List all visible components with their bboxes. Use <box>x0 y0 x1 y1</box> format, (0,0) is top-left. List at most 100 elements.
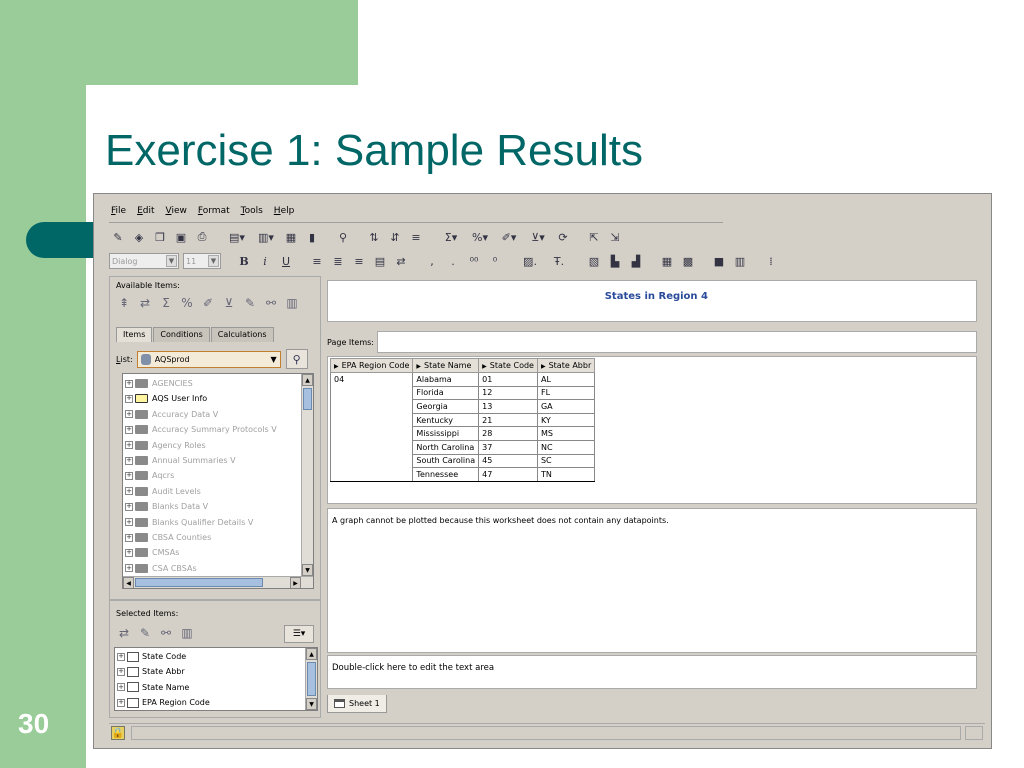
align-right-icon[interactable]: ≡ <box>350 252 368 270</box>
italic-button[interactable]: i <box>256 252 274 270</box>
percent-icon[interactable]: % <box>179 295 195 311</box>
delete-icon[interactable]: ▥ <box>179 625 195 641</box>
sort-descending-icon[interactable]: ⇵ <box>386 228 404 246</box>
table-cell[interactable]: TN <box>536 467 596 482</box>
font-size-select[interactable]: 11 ▼ <box>183 253 221 269</box>
expand-icon[interactable]: + <box>125 425 133 434</box>
folder-item[interactable]: + Blanks Qualifier Details V <box>125 515 253 530</box>
sum-icon[interactable]: Σ <box>158 295 174 311</box>
folder-item[interactable]: + CBSA Counties <box>125 530 211 545</box>
folder-item[interactable]: + Accuracy Data V <box>125 407 218 422</box>
column-header[interactable]: ▶ EPA Region Code <box>329 358 414 373</box>
table-cell[interactable] <box>329 426 414 441</box>
format-data-icon[interactable]: ▤ <box>371 252 389 270</box>
selected-item[interactable]: + State Abbr <box>117 664 185 679</box>
folder-item[interactable]: + AQS User Info <box>125 391 207 406</box>
list-dropdown[interactable]: AQSprod ▼ <box>136 350 281 368</box>
expand-icon[interactable]: + <box>117 698 125 707</box>
menu-help[interactable]: Help <box>274 206 295 222</box>
format-text-icon[interactable]: Ŧ. <box>546 252 572 270</box>
table-cell[interactable] <box>329 467 414 482</box>
align-left-icon[interactable]: ≡ <box>308 252 326 270</box>
table-cell[interactable]: Mississippi <box>412 426 480 441</box>
calculation-icon[interactable]: ✐▾ <box>496 228 522 246</box>
export-icon[interactable]: ⇱ <box>585 228 603 246</box>
wrap-text-icon[interactable]: ⇄ <box>392 252 410 270</box>
expand-icon[interactable]: + <box>125 518 133 527</box>
table-cell[interactable] <box>329 454 414 468</box>
bar-format-icon[interactable]: ▟ <box>627 252 645 270</box>
expand-icon[interactable]: + <box>125 533 133 542</box>
scroll-left-icon[interactable]: ◀ <box>123 577 134 588</box>
table-cell[interactable]: 45 <box>478 453 538 469</box>
print-icon[interactable]: ⎙ <box>193 228 211 246</box>
table-cell[interactable]: 21 <box>478 412 538 428</box>
find-items-button[interactable]: ⚲ <box>285 349 308 369</box>
align-center-icon[interactable]: ≣ <box>329 252 347 270</box>
selected-options-button[interactable]: ☰▾ <box>284 625 314 643</box>
table-row[interactable]: Kentucky 21 KY <box>329 412 596 428</box>
save-icon[interactable]: ▣ <box>172 228 190 246</box>
sort-table-icon[interactable]: ≡ <box>407 228 425 246</box>
folder-item[interactable]: + CSA CBSAs <box>125 561 197 576</box>
tab-conditions[interactable]: Conditions <box>153 327 210 342</box>
selected-item[interactable]: + State Name <box>117 680 189 695</box>
column-header[interactable]: ▶ State Code <box>478 358 538 373</box>
folder-item[interactable]: + Annual Summaries V <box>125 453 236 468</box>
scroll-up-icon[interactable]: ▲ <box>306 648 317 660</box>
expand-icon[interactable]: + <box>125 394 133 403</box>
table-row[interactable]: Tennessee 47 TN <box>329 467 596 482</box>
table-row[interactable]: 04 Alabama 01 AL <box>329 372 596 387</box>
crosstab-icon[interactable]: ▥ <box>731 252 749 270</box>
table-row[interactable]: North Carolina 37 NC <box>329 439 596 455</box>
new-workbook-icon[interactable]: ✎ <box>109 228 127 246</box>
scroll-thumb[interactable] <box>307 662 316 696</box>
column-header[interactable]: ▶ State Name <box>412 358 480 373</box>
expand-icon[interactable]: + <box>125 379 133 388</box>
view-icon[interactable]: ⚯ <box>263 295 279 311</box>
hscroll-thumb[interactable] <box>135 578 263 587</box>
menu-view[interactable]: View <box>166 206 187 222</box>
menu-tools[interactable]: Tools <box>241 206 263 222</box>
table-cell[interactable]: 28 <box>478 426 538 441</box>
table-cell[interactable]: SC <box>536 453 596 469</box>
folder-item[interactable]: + CMSAs <box>125 545 179 560</box>
expand-icon[interactable]: + <box>125 441 133 450</box>
table-cell[interactable]: 04 <box>329 372 414 387</box>
dotted-grid-icon[interactable]: ⁞ <box>762 252 780 270</box>
scroll-down-icon[interactable]: ▼ <box>306 698 317 710</box>
table-cell[interactable]: Georgia <box>412 399 480 414</box>
comma-format-icon[interactable]: , <box>423 252 441 270</box>
expand-icon[interactable]: + <box>125 487 133 496</box>
conditional-format-icon[interactable]: ▧ <box>585 252 603 270</box>
menu-edit[interactable]: Edit <box>137 206 154 222</box>
graph-icon[interactable]: ▮ <box>303 228 321 246</box>
filter-icon[interactable]: ⊻▾ <box>525 228 551 246</box>
expand-icon[interactable]: + <box>125 548 133 557</box>
decimal-icon[interactable]: . <box>444 252 462 270</box>
sheet-tab[interactable]: Sheet 1 <box>327 695 387 713</box>
move-item-icon[interactable]: ⇄ <box>137 295 153 311</box>
increase-decimal-icon[interactable]: ⁰⁰ <box>465 252 483 270</box>
table-cell[interactable]: KY <box>536 412 596 428</box>
table-cell[interactable] <box>329 413 414 427</box>
table-cell[interactable]: 47 <box>478 467 538 482</box>
sort-ascending-icon[interactable]: ⇅ <box>365 228 383 246</box>
decrease-decimal-icon[interactable]: ⁰ <box>486 252 504 270</box>
column-header[interactable]: ▶ State Abbr <box>536 358 596 373</box>
folder-item[interactable]: + AGENCIES <box>125 376 193 391</box>
gridlines-icon[interactable]: ▦ <box>658 252 676 270</box>
table-cell[interactable]: South Carolina <box>412 453 480 469</box>
selected-item[interactable]: + State Code <box>117 649 186 664</box>
expand-icon[interactable]: + <box>125 471 133 480</box>
tab-items[interactable]: Items <box>116 327 153 342</box>
refresh-icon[interactable]: ⟳ <box>554 228 572 246</box>
new-sheet-icon[interactable]: ▤▾ <box>224 228 250 246</box>
table-cell[interactable]: North Carolina <box>412 439 480 455</box>
page-items-box[interactable] <box>377 331 977 353</box>
table-cell[interactable]: Kentucky <box>412 412 480 428</box>
expand-icon[interactable]: + <box>125 502 133 511</box>
schedule-icon[interactable]: ⇲ <box>606 228 624 246</box>
font-name-select[interactable]: Dialog ▼ <box>109 253 179 269</box>
add-item-icon[interactable]: ⇞ <box>116 295 132 311</box>
